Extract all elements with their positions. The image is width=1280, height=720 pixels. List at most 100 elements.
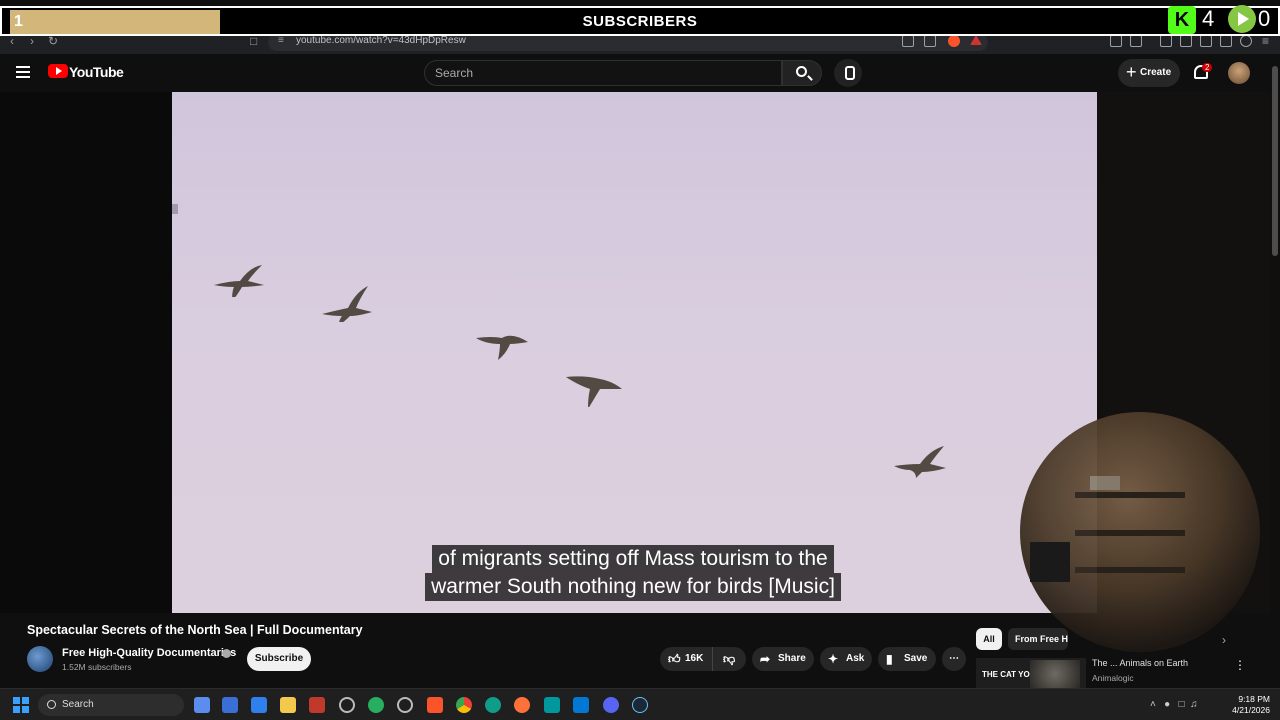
chip-all[interactable]: All bbox=[976, 628, 1002, 650]
extensions-icon[interactable] bbox=[1110, 35, 1122, 47]
brave-shields-icon[interactable] bbox=[948, 35, 960, 47]
chevron-right-icon[interactable]: › bbox=[1222, 633, 1226, 647]
voice-search-icon[interactable] bbox=[834, 59, 862, 87]
save-label: Save bbox=[904, 653, 928, 664]
goal-title: SUBSCRIBERS bbox=[582, 13, 698, 30]
windows-taskbar: Search ˄ ● □ ♫ 9:18 PM 4/21/2026 bbox=[0, 688, 1280, 720]
thumbs-down-icon: 👎︎ bbox=[723, 652, 736, 666]
forward-icon[interactable]: › bbox=[30, 34, 34, 48]
like-button[interactable]: 👍︎ 16K bbox=[660, 647, 712, 671]
webcam-shelf bbox=[1075, 530, 1185, 536]
save-button[interactable]: ▮ Save bbox=[878, 647, 936, 671]
site-info-icon[interactable]: ≡ bbox=[278, 35, 284, 46]
bird-image bbox=[172, 204, 178, 214]
youtube-logo-text[interactable]: YouTube bbox=[69, 64, 124, 80]
media-icon[interactable] bbox=[1160, 35, 1172, 47]
chip-from-channel[interactable]: From Free H bbox=[1008, 628, 1068, 650]
taskbar-app-icon[interactable] bbox=[251, 697, 267, 713]
recommended-channel[interactable]: Animalogic bbox=[1092, 673, 1134, 683]
wallet-icon[interactable] bbox=[1220, 35, 1232, 47]
taskbar-app-icon[interactable] bbox=[339, 697, 355, 713]
windows-start-icon[interactable] bbox=[13, 697, 29, 713]
vpn-icon[interactable] bbox=[1240, 35, 1252, 47]
edge-icon[interactable] bbox=[485, 697, 501, 713]
bird-image bbox=[322, 286, 372, 322]
youtube-header: YouTube Search Create 2 bbox=[0, 54, 1280, 92]
notification-badge: 2 bbox=[1202, 63, 1213, 72]
bird-image bbox=[214, 265, 264, 297]
rumble-icon bbox=[1228, 5, 1256, 33]
back-icon[interactable]: ‹ bbox=[10, 34, 14, 48]
brave-browser-icon[interactable] bbox=[427, 697, 443, 713]
firefox-icon[interactable] bbox=[514, 697, 530, 713]
more-actions-button[interactable]: ⋯ bbox=[942, 647, 966, 671]
taskbar-app-icon[interactable] bbox=[368, 697, 384, 713]
taskbar-clock[interactable]: 9:18 PM 4/21/2026 bbox=[1226, 694, 1270, 716]
clock-time: 9:18 PM bbox=[1238, 694, 1270, 704]
more-vertical-icon[interactable]: ⋮ bbox=[1234, 658, 1246, 672]
share-button[interactable]: ➦ Share bbox=[752, 647, 814, 671]
search-button[interactable] bbox=[782, 60, 822, 86]
taskbar-app-icon[interactable] bbox=[194, 697, 210, 713]
brave-rewards-icon[interactable] bbox=[970, 35, 982, 45]
search-input[interactable]: Search bbox=[424, 60, 782, 86]
caption-line-2: warmer South nothing new for birds [Musi… bbox=[425, 573, 841, 601]
discord-icon[interactable] bbox=[603, 697, 619, 713]
sidebar-icon[interactable] bbox=[1180, 35, 1192, 47]
share-label: Share bbox=[778, 653, 806, 664]
address-url: youtube.com/watch?v=43dHpDpResw bbox=[296, 35, 466, 46]
arduino-icon[interactable] bbox=[544, 697, 560, 713]
page-scrollbar[interactable] bbox=[1270, 54, 1280, 690]
thumbnail-text: THE CAT YOU bbox=[982, 670, 1036, 679]
install-icon[interactable] bbox=[902, 35, 914, 47]
file-explorer-icon[interactable] bbox=[280, 697, 296, 713]
video-player[interactable] bbox=[172, 92, 1097, 613]
share-page-icon[interactable] bbox=[924, 35, 936, 47]
ask-label: Ask bbox=[846, 653, 865, 664]
video-captions: of migrants setting off Mass tourism to … bbox=[404, 545, 862, 601]
taskbar-app-icon[interactable] bbox=[309, 697, 325, 713]
search-icon bbox=[796, 66, 807, 77]
dislike-button[interactable]: 👎︎ bbox=[712, 647, 746, 671]
webcam-overlay bbox=[1020, 412, 1260, 652]
recommended-title[interactable]: The ... Animals on Earth bbox=[1092, 658, 1188, 668]
kick-count: 4 bbox=[1202, 6, 1215, 31]
channel-avatar[interactable] bbox=[27, 646, 53, 672]
taskbar-search[interactable]: Search bbox=[38, 694, 184, 716]
taskbar-app-icon[interactable] bbox=[222, 697, 238, 713]
create-button[interactable]: Create bbox=[1118, 59, 1180, 87]
share-icon: ➦ bbox=[760, 652, 771, 666]
caption-line-1: of migrants setting off Mass tourism to … bbox=[432, 545, 834, 573]
webcam-shelf bbox=[1075, 492, 1185, 498]
menu-icon[interactable]: ≡ bbox=[1262, 34, 1269, 48]
webcam-monitor bbox=[1030, 542, 1070, 582]
taskbar-app-icon[interactable] bbox=[397, 697, 413, 713]
stream-goal-overlay: 1 SUBSCRIBERS K 4 0 bbox=[0, 5, 1280, 36]
chrome-icon[interactable] bbox=[456, 697, 472, 713]
ask-button[interactable]: ✦ Ask bbox=[820, 647, 872, 671]
screenshot-icon[interactable] bbox=[1130, 35, 1142, 47]
steam-icon[interactable] bbox=[632, 697, 648, 713]
system-tray-icons[interactable]: ˄ ● □ ♫ bbox=[1150, 699, 1198, 710]
bookmark-icon: ▮ bbox=[886, 652, 893, 666]
more-icon: ⋯ bbox=[949, 653, 959, 664]
sparkle-icon: ✦ bbox=[828, 652, 839, 666]
channel-name[interactable]: Free High-Quality Documentaries bbox=[62, 647, 236, 659]
rumble-count: 0 bbox=[1258, 6, 1271, 31]
recommended-thumbnail[interactable]: THE CAT YOU bbox=[976, 658, 1086, 688]
bookmark-icon[interactable]: □ bbox=[250, 34, 257, 48]
bird-image bbox=[476, 335, 528, 360]
youtube-logo-icon[interactable] bbox=[48, 64, 68, 78]
scrollbar-thumb[interactable] bbox=[1272, 66, 1278, 256]
player-letterbox-left bbox=[0, 92, 172, 613]
verified-icon bbox=[222, 649, 231, 658]
avatar[interactable] bbox=[1228, 62, 1250, 84]
subscribe-button[interactable]: Subscribe bbox=[247, 647, 311, 671]
vscode-icon[interactable] bbox=[573, 697, 589, 713]
subscriber-count: 1.52M subscribers bbox=[62, 662, 132, 672]
webcam-shelf bbox=[1075, 567, 1185, 573]
reload-icon[interactable]: ↻ bbox=[48, 34, 58, 48]
tab-search-icon[interactable] bbox=[1200, 35, 1212, 47]
video-title: Spectacular Secrets of the North Sea | F… bbox=[27, 623, 363, 637]
hamburger-menu-icon[interactable] bbox=[16, 66, 30, 78]
